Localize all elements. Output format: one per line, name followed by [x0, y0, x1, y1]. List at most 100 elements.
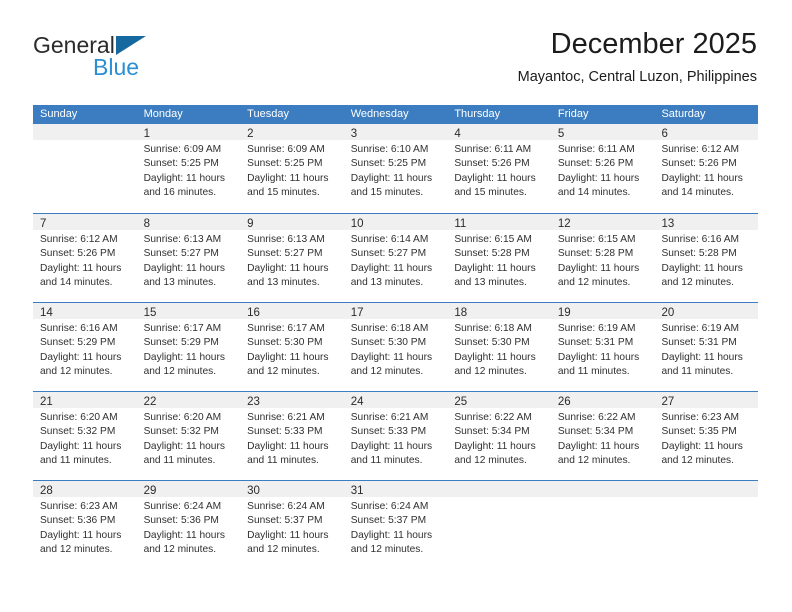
calendar-day-cell[interactable]: 8 Sunrise: 6:13 AM Sunset: 5:27 PM Daylight…	[136, 214, 241, 302]
day-number-band: 18	[447, 303, 551, 319]
sunrise-text: Sunrise: 6:24 AM	[247, 501, 325, 512]
daylight-text: Daylight: 11 hours and 12 minutes.	[247, 351, 329, 378]
calendar-day-cell[interactable]: 30 Sunrise: 6:24 AM Sunset: 5:37 PM Dayligh…	[240, 481, 344, 569]
calendar-day-cell-empty	[447, 481, 551, 569]
sunrise-text: Sunrise: 6:15 AM	[557, 234, 636, 245]
calendar-day-cell[interactable]: 28 Sunrise: 6:23 AM Sunset: 5:36 PM Dayligh…	[33, 481, 137, 569]
calendar-day-cell[interactable]: 12 Sunrise: 6:15 AM Sunset: 5:28 PM Dayligh…	[550, 214, 655, 302]
blue-triangle-flag-icon	[115, 36, 146, 55]
day-number: 19	[557, 307, 571, 319]
day-number: 9	[247, 218, 254, 230]
day-number: 27	[661, 396, 675, 408]
daylight-text: Daylight: 11 hours and 11 minutes.	[247, 440, 329, 467]
day-number: 4	[454, 128, 461, 140]
sunrise-text: Sunrise: 6:20 AM	[143, 412, 222, 423]
day-number-band: 4	[447, 124, 551, 140]
daylight-text: Daylight: 11 hours and 15 minutes.	[454, 172, 536, 199]
day-sun-info: Sunrise: 6:24 AM Sunset: 5:36 PM Daylight:…	[137, 497, 241, 558]
day-sun-info: Sunrise: 6:12 AM Sunset: 5:26 PM Daylight:…	[654, 140, 758, 201]
calendar-day-cell[interactable]: 22 Sunrise: 6:20 AM Sunset: 5:32 PM Dayligh…	[136, 392, 241, 480]
daylight-text: Daylight: 11 hours and 11 minutes.	[661, 351, 743, 378]
calendar-day-cell[interactable]: 31 Sunrise: 6:24 AM Sunset: 5:37 PM Dayligh…	[343, 481, 448, 569]
day-number-band: 7	[33, 214, 137, 230]
calendar-day-cell[interactable]: 3 Sunrise: 6:10 AM Sunset: 5:25 PM Daylight…	[343, 124, 448, 213]
sunset-text: Sunset: 5:26 PM	[661, 158, 737, 170]
day-number-band	[447, 481, 551, 497]
sunset-text: Sunset: 5:34 PM	[454, 426, 530, 438]
day-number-band: 8	[136, 214, 241, 230]
sunrise-text: Sunrise: 6:20 AM	[40, 412, 118, 423]
day-sun-info: Sunrise: 6:24 AM Sunset: 5:37 PM Daylight:…	[344, 497, 448, 558]
day-number: 2	[247, 128, 254, 140]
calendar-day-cell[interactable]: 6 Sunrise: 6:12 AM Sunset: 5:26 PM Daylight…	[654, 124, 759, 213]
day-sun-info: Sunrise: 6:09 AM Sunset: 5:25 PM Daylight:…	[137, 140, 241, 201]
calendar-day-cell[interactable]: 9 Sunrise: 6:13 AM Sunset: 5:27 PM Daylight…	[240, 214, 344, 302]
day-number-band: 16	[240, 303, 344, 319]
page-subtitle: Mayantoc, Central Luzon, Philippines	[517, 69, 757, 85]
weekday-header-row: Sunday Monday Tuesday Wednesday Thursday…	[33, 105, 758, 124]
daylight-text: Daylight: 11 hours and 11 minutes.	[40, 440, 122, 467]
calendar-day-cell[interactable]: 4 Sunrise: 6:11 AM Sunset: 5:26 PM Daylight…	[447, 124, 551, 213]
sunrise-text: Sunrise: 6:14 AM	[350, 234, 429, 245]
calendar-week-row: 21 Sunrise: 6:20 AM Sunset: 5:32 PM Dayligh…	[33, 391, 759, 480]
calendar-day-cell[interactable]: 1 Sunrise: 6:09 AM Sunset: 5:25 PM Daylight…	[136, 124, 241, 213]
sunset-text: Sunset: 5:37 PM	[350, 515, 427, 527]
daylight-text: Daylight: 11 hours and 12 minutes.	[247, 529, 329, 556]
sunrise-text: Sunrise: 6:13 AM	[143, 234, 222, 245]
day-number-band: 23	[240, 392, 344, 408]
day-number: 30	[247, 485, 260, 497]
daylight-text: Daylight: 11 hours and 11 minutes.	[557, 351, 640, 378]
calendar-day-cell[interactable]: 25 Sunrise: 6:22 AM Sunset: 5:34 PM Dayligh…	[447, 392, 551, 480]
calendar-day-cell[interactable]: 2 Sunrise: 6:09 AM Sunset: 5:25 PM Daylight…	[240, 124, 344, 213]
weekday-header-friday: Friday	[557, 108, 589, 120]
calendar-day-cell[interactable]: 17 Sunrise: 6:18 AM Sunset: 5:30 PM Dayligh…	[343, 303, 448, 391]
calendar-day-cell[interactable]: 16 Sunrise: 6:17 AM Sunset: 5:30 PM Dayligh…	[240, 303, 344, 391]
day-number-band: 26	[550, 392, 655, 408]
calendar-day-cell[interactable]: 29 Sunrise: 6:24 AM Sunset: 5:36 PM Dayligh…	[136, 481, 241, 569]
day-sun-info: Sunrise: 6:13 AM Sunset: 5:27 PM Daylight:…	[137, 230, 241, 291]
calendar-day-cell[interactable]: 13 Sunrise: 6:16 AM Sunset: 5:28 PM Dayligh…	[654, 214, 759, 302]
generalblue-logo[interactable]: General Blue	[33, 32, 193, 88]
calendar-day-cell[interactable]: 15 Sunrise: 6:17 AM Sunset: 5:29 PM Dayligh…	[136, 303, 241, 391]
calendar-day-cell[interactable]: 5 Sunrise: 6:11 AM Sunset: 5:26 PM Daylight…	[550, 124, 655, 213]
sunset-text: Sunset: 5:34 PM	[557, 426, 634, 438]
calendar-day-cell[interactable]: 21 Sunrise: 6:20 AM Sunset: 5:32 PM Dayligh…	[33, 392, 137, 480]
day-sun-info: Sunrise: 6:24 AM Sunset: 5:37 PM Daylight:…	[240, 497, 344, 558]
sunset-text: Sunset: 5:30 PM	[350, 337, 427, 349]
calendar-day-cell[interactable]: 18 Sunrise: 6:18 AM Sunset: 5:30 PM Dayligh…	[447, 303, 551, 391]
calendar-day-cell[interactable]: 26 Sunrise: 6:22 AM Sunset: 5:34 PM Dayligh…	[550, 392, 655, 480]
day-sun-info: Sunrise: 6:16 AM Sunset: 5:28 PM Daylight:…	[654, 230, 758, 291]
daylight-text: Daylight: 11 hours and 12 minutes.	[557, 440, 640, 467]
calendar-day-cell[interactable]: 19 Sunrise: 6:19 AM Sunset: 5:31 PM Dayligh…	[550, 303, 655, 391]
calendar-day-cell[interactable]: 7 Sunrise: 6:12 AM Sunset: 5:26 PM Daylight…	[33, 214, 137, 302]
weekday-header-saturday: Saturday	[661, 108, 706, 120]
day-number-band	[550, 481, 655, 497]
day-sun-info: Sunrise: 6:16 AM Sunset: 5:29 PM Daylight:…	[33, 319, 137, 380]
day-sun-info: Sunrise: 6:22 AM Sunset: 5:34 PM Daylight:…	[551, 408, 655, 469]
sunset-text: Sunset: 5:27 PM	[143, 248, 219, 260]
calendar-day-cell[interactable]: 14 Sunrise: 6:16 AM Sunset: 5:29 PM Dayligh…	[33, 303, 137, 391]
calendar-day-cell[interactable]: 20 Sunrise: 6:19 AM Sunset: 5:31 PM Dayligh…	[654, 303, 759, 391]
calendar-day-cell[interactable]: 23 Sunrise: 6:21 AM Sunset: 5:33 PM Dayligh…	[240, 392, 344, 480]
day-number-band: 25	[447, 392, 551, 408]
sunset-text: Sunset: 5:29 PM	[40, 337, 116, 349]
calendar-day-cell[interactable]: 10 Sunrise: 6:14 AM Sunset: 5:27 PM Dayligh…	[343, 214, 448, 302]
calendar-day-cell[interactable]: 24 Sunrise: 6:21 AM Sunset: 5:33 PM Dayligh…	[343, 392, 448, 480]
day-number-band: 21	[33, 392, 137, 408]
day-number: 3	[350, 128, 358, 140]
day-number: 14	[40, 307, 53, 319]
day-number: 17	[350, 307, 364, 319]
sunrise-text: Sunrise: 6:17 AM	[247, 323, 325, 334]
day-number-band: 15	[136, 303, 241, 319]
day-number: 10	[350, 218, 364, 230]
day-sun-info: Sunrise: 6:18 AM Sunset: 5:30 PM Daylight:…	[447, 319, 551, 380]
weekday-header-monday: Monday	[143, 108, 183, 120]
sunset-text: Sunset: 5:26 PM	[454, 158, 530, 170]
day-sun-info: Sunrise: 6:11 AM Sunset: 5:26 PM Daylight:…	[551, 140, 655, 201]
calendar-day-cell[interactable]: 27 Sunrise: 6:23 AM Sunset: 5:35 PM Dayligh…	[654, 392, 759, 480]
sunset-text: Sunset: 5:33 PM	[350, 426, 427, 438]
sunset-text: Sunset: 5:32 PM	[40, 426, 116, 438]
sunrise-text: Sunrise: 6:16 AM	[661, 234, 740, 245]
daylight-text: Daylight: 11 hours and 12 minutes.	[557, 262, 640, 289]
calendar-day-cell[interactable]: 11 Sunrise: 6:15 AM Sunset: 5:28 PM Dayligh…	[447, 214, 551, 302]
